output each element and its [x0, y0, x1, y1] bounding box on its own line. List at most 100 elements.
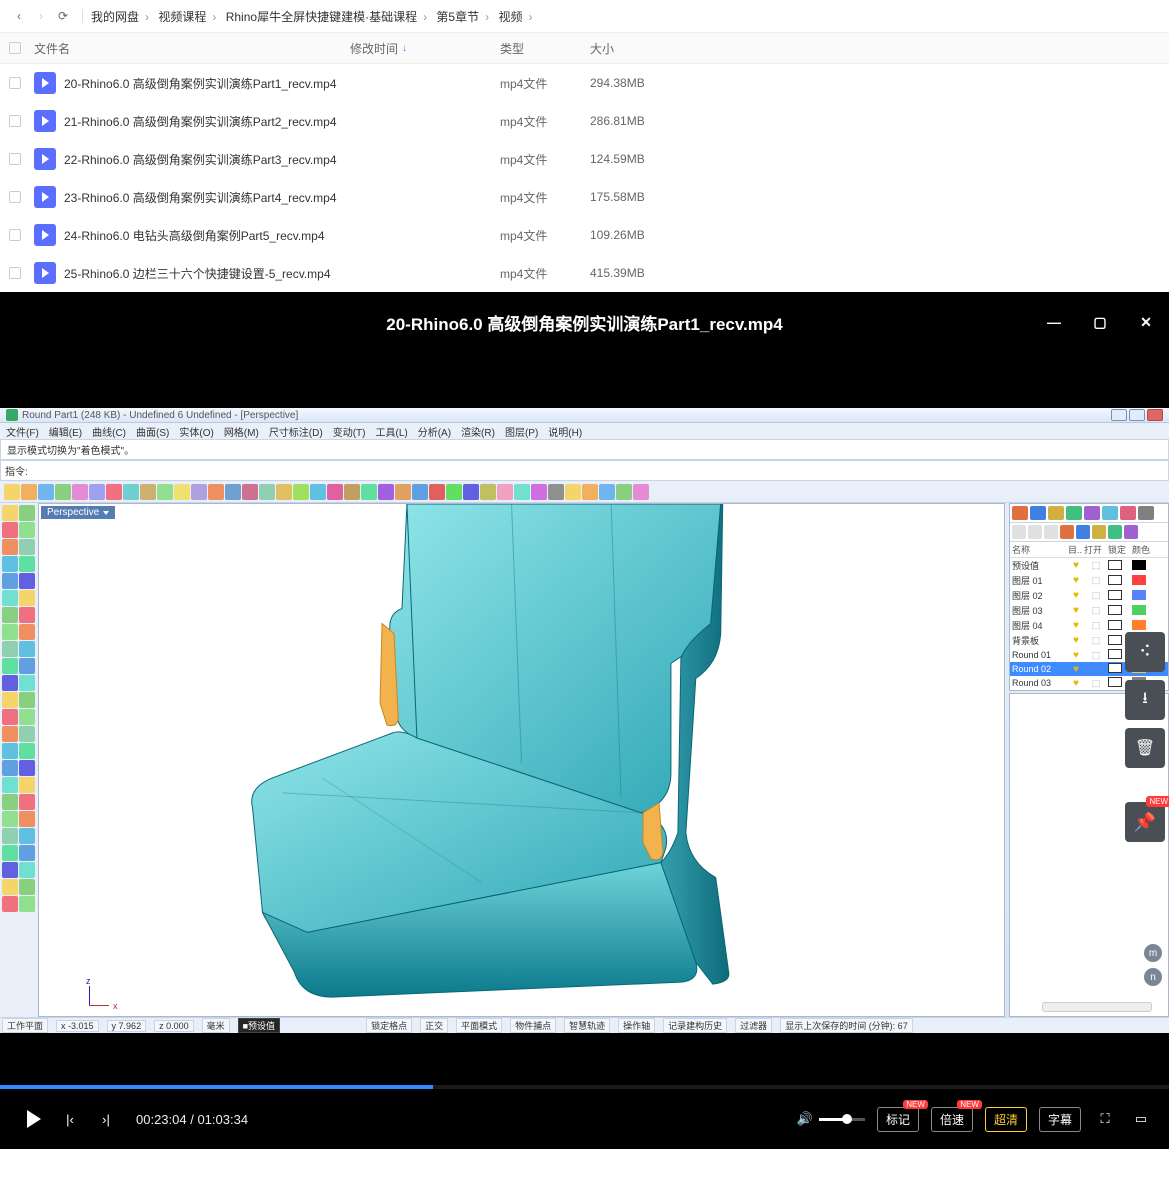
minimize-button[interactable]: — — [1031, 292, 1077, 352]
tool-icon[interactable] — [2, 845, 18, 861]
row-checkbox[interactable] — [9, 77, 21, 89]
tool-icon[interactable] — [19, 726, 35, 742]
toolbar-icon[interactable] — [106, 484, 122, 500]
toolbar-icon[interactable] — [480, 484, 496, 500]
toolbar-icon[interactable] — [395, 484, 411, 500]
crumb-0[interactable]: 我的网盘 — [91, 10, 139, 24]
tool-icon[interactable] — [2, 556, 18, 572]
tool-icon[interactable] — [19, 777, 35, 793]
tool-icon[interactable] — [19, 505, 35, 521]
tool-icon[interactable] — [2, 896, 18, 912]
toolbar-icon[interactable] — [208, 484, 224, 500]
tool-icon[interactable] — [2, 709, 18, 725]
tool-icon[interactable] — [2, 539, 18, 555]
tool-icon[interactable] — [19, 794, 35, 810]
refresh-button[interactable]: ⟳ — [52, 5, 74, 27]
panel-action-icon[interactable] — [1092, 525, 1106, 539]
lock-icon[interactable]: ⬚ — [1084, 590, 1108, 601]
table-row[interactable]: 20-Rhino6.0 高级倒角案例实训演练Part1_recv.mp4mp4文… — [0, 64, 1169, 102]
tool-icon[interactable] — [2, 794, 18, 810]
toolbar-icon[interactable] — [633, 484, 649, 500]
tool-icon[interactable] — [19, 896, 35, 912]
tool-icon[interactable] — [2, 590, 18, 606]
toolbar-icon[interactable] — [599, 484, 615, 500]
status-toggle[interactable]: 过滤器 — [735, 1018, 772, 1033]
row-checkbox[interactable] — [9, 153, 21, 165]
status-toggle[interactable]: 显示上次保存的时间 (分钟): 67 — [780, 1018, 913, 1033]
crumb-1[interactable]: 视频课程 — [158, 10, 206, 24]
tool-icon[interactable] — [19, 539, 35, 555]
lock-icon[interactable]: ⬚ — [1084, 635, 1108, 646]
crumb-3[interactable]: 第5章节 — [436, 10, 479, 24]
lock-icon[interactable]: ⬚ — [1084, 605, 1108, 616]
lock-icon[interactable]: ⬚ — [1084, 678, 1108, 689]
panel-action-icon[interactable] — [1108, 525, 1122, 539]
toolbar-icon[interactable] — [497, 484, 513, 500]
menu-item[interactable]: 文件(F) — [6, 424, 39, 439]
tool-icon[interactable] — [19, 573, 35, 589]
tool-icon[interactable] — [2, 777, 18, 793]
select-all-checkbox[interactable] — [9, 42, 21, 54]
menu-item[interactable]: 渲染(R) — [461, 424, 495, 439]
tool-icon[interactable] — [19, 811, 35, 827]
panel-action-icon[interactable] — [1012, 525, 1026, 539]
status-layer[interactable]: ■预设值 — [238, 1018, 280, 1033]
menu-item[interactable]: 尺寸标注(D) — [269, 424, 323, 439]
toolbar-icon[interactable] — [123, 484, 139, 500]
col-size[interactable]: 大小 — [590, 40, 710, 57]
menu-item[interactable]: 分析(A) — [418, 424, 451, 439]
lock-icon[interactable]: ⬚ — [1084, 560, 1108, 571]
download-button[interactable]: ⭳ — [1125, 680, 1165, 720]
quality-button[interactable]: 超清 — [985, 1107, 1027, 1132]
toolbar-icon[interactable] — [446, 484, 462, 500]
bulb-icon[interactable]: ♥ — [1068, 620, 1084, 631]
tool-icon[interactable] — [2, 522, 18, 538]
subtitle-button[interactable]: 字幕 — [1039, 1107, 1081, 1132]
layer-row[interactable]: 图层 03♥⬚ — [1010, 603, 1168, 618]
toolbar-icon[interactable] — [548, 484, 564, 500]
toolbar-icon[interactable] — [4, 484, 20, 500]
table-row[interactable]: 25-Rhino6.0 边栏三十六个快捷键设置-5_recv.mp4mp4文件4… — [0, 254, 1169, 292]
menu-item[interactable]: 编辑(E) — [49, 424, 82, 439]
toolbar-icon[interactable] — [361, 484, 377, 500]
delete-button[interactable]: 🗑 — [1125, 728, 1165, 768]
panel-tab-icon[interactable] — [1066, 506, 1082, 520]
tool-icon[interactable] — [2, 760, 18, 776]
toolbar-icon[interactable] — [514, 484, 530, 500]
toolbar-icon[interactable] — [531, 484, 547, 500]
toolbar-icon[interactable] — [140, 484, 156, 500]
status-toggle[interactable]: 平面模式 — [456, 1018, 502, 1033]
bulb-icon[interactable]: ♥ — [1068, 605, 1084, 616]
col-mtime[interactable]: 修改时间↓ — [350, 40, 500, 57]
toolbar-icon[interactable] — [157, 484, 173, 500]
row-checkbox[interactable] — [9, 191, 21, 203]
toolbar-icon[interactable] — [293, 484, 309, 500]
tool-icon[interactable] — [2, 726, 18, 742]
panel-tab-icon[interactable] — [1012, 506, 1028, 520]
row-checkbox[interactable] — [9, 229, 21, 241]
menu-item[interactable]: 网格(M) — [224, 424, 259, 439]
tool-icon[interactable] — [2, 879, 18, 895]
layer-row[interactable]: 图层 01♥⬚ — [1010, 573, 1168, 588]
panel-tab-icon[interactable] — [1084, 506, 1100, 520]
toolbar-icon[interactable] — [429, 484, 445, 500]
toolbar-icon[interactable] — [38, 484, 54, 500]
tool-icon[interactable] — [2, 641, 18, 657]
toolbar-icon[interactable] — [565, 484, 581, 500]
col-name[interactable]: 文件名 — [30, 40, 350, 57]
status-toggle[interactable]: 智慧轨迹 — [564, 1018, 610, 1033]
forward-button[interactable]: › — [30, 5, 52, 27]
toolbar-icon[interactable] — [310, 484, 326, 500]
tool-icon[interactable] — [2, 811, 18, 827]
mark-button[interactable]: 标记NEW — [877, 1107, 919, 1132]
tool-icon[interactable] — [19, 522, 35, 538]
layer-row[interactable]: 预设值♥⬚ — [1010, 558, 1168, 573]
tool-icon[interactable] — [2, 505, 18, 521]
layer-row[interactable]: 图层 04♥⬚ — [1010, 618, 1168, 633]
menu-item[interactable]: 实体(O) — [179, 424, 213, 439]
crumb-2[interactable]: Rhino犀牛全屏快捷键建模·基础课程 — [226, 10, 417, 24]
table-row[interactable]: 23-Rhino6.0 高级倒角案例实训演练Part4_recv.mp4mp4文… — [0, 178, 1169, 216]
tool-icon[interactable] — [19, 556, 35, 572]
toolbar-icon[interactable] — [276, 484, 292, 500]
menu-item[interactable]: 图层(P) — [505, 424, 538, 439]
